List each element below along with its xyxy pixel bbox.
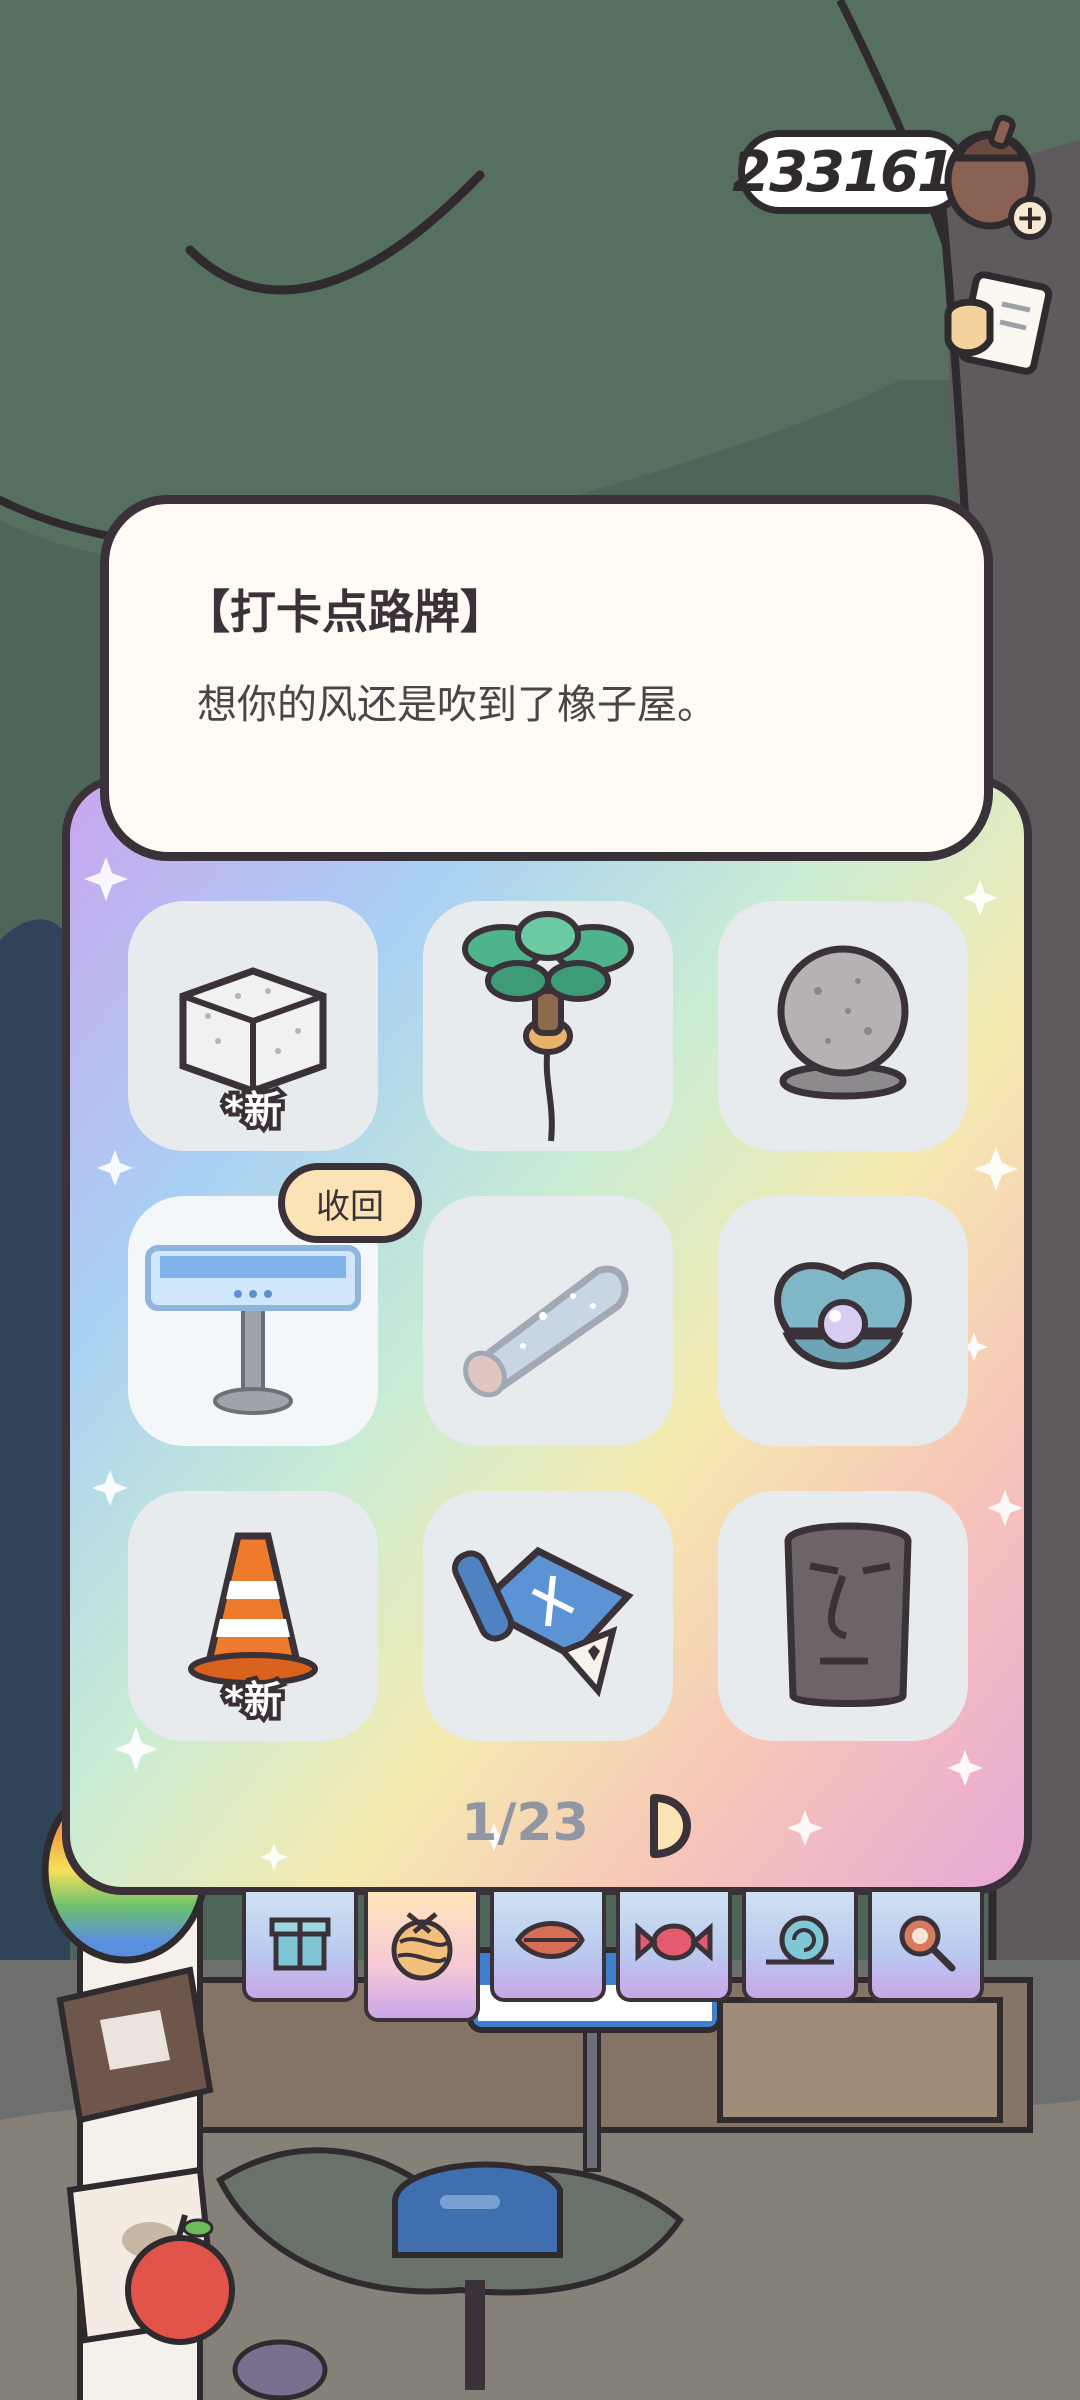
- item-title: 【打卡点路牌】: [184, 585, 506, 639]
- recall-label: 收回: [316, 1186, 384, 1227]
- item-palm-balloon[interactable]: [423, 901, 673, 1151]
- tab-yarn[interactable]: [364, 1892, 480, 2022]
- yarn-ball-icon: [391, 1912, 453, 1981]
- recall-button[interactable]: 收回: [278, 1163, 422, 1243]
- tab-snail[interactable]: [742, 1892, 858, 2002]
- acorn-count: 233161: [732, 139, 956, 205]
- map-scroll-icon: [451, 1546, 634, 1698]
- tab-search[interactable]: [868, 1892, 984, 2002]
- leaf-icon: [514, 1921, 585, 1959]
- palm-balloon-icon: [462, 911, 634, 1142]
- tab-leaf[interactable]: [490, 1892, 606, 2002]
- plus-icon: +: [1015, 198, 1045, 238]
- glitter-log-icon: [463, 1265, 629, 1398]
- item-traffic-cone[interactable]: *新: [128, 1491, 378, 1741]
- next-page-arrow[interactable]: [638, 1788, 698, 1868]
- new-badge: *新: [220, 1084, 286, 1136]
- item-pearl-shell[interactable]: [718, 1196, 968, 1446]
- gift-icon: [269, 1917, 331, 1971]
- inventory-panel: *新 收回 *新 1/23: [62, 775, 1032, 1895]
- item-stone-sphere[interactable]: [718, 901, 968, 1151]
- new-badge: *新: [220, 1674, 286, 1726]
- tab-candy[interactable]: [616, 1892, 732, 2002]
- magnifier-icon: [899, 1915, 956, 1972]
- add-acorns-button[interactable]: +: [1008, 196, 1052, 240]
- pearl-shell-icon: [774, 1262, 912, 1370]
- candy-icon: [635, 1922, 713, 1962]
- item-description: 想你的风还是吹到了橡子屋。: [197, 682, 717, 728]
- item-glitter-log[interactable]: [423, 1196, 673, 1446]
- snail-icon: [766, 1915, 834, 1965]
- game-scene: 233161 + *新 收回 *新 1/23 【打卡点路牌】 想你的风还是吹到了…: [0, 0, 1080, 2400]
- item-moai-head[interactable]: [718, 1491, 968, 1741]
- acorn-counter[interactable]: 233161: [732, 130, 968, 214]
- item-map-scroll[interactable]: [423, 1491, 673, 1741]
- moai-head-icon: [784, 1522, 912, 1707]
- item-description-dialog: 【打卡点路牌】 想你的风还是吹到了橡子屋。: [100, 495, 993, 861]
- item-stone-block[interactable]: *新: [128, 901, 378, 1151]
- pointing-note-icon[interactable]: [930, 270, 1060, 390]
- tab-gift[interactable]: [242, 1892, 358, 2002]
- stone-sphere-icon: [777, 945, 909, 1100]
- page-indicator: 1/23: [461, 1793, 589, 1853]
